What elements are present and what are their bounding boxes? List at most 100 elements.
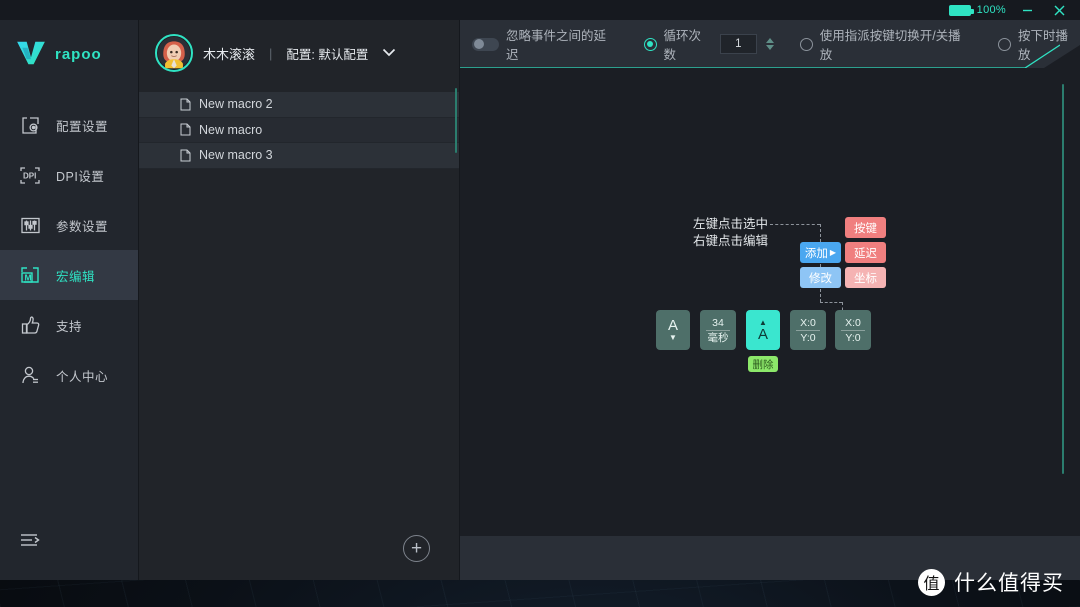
macro-node-key-up[interactable]: ▲ A — [746, 310, 780, 350]
collapse-menu-icon — [18, 528, 42, 552]
chevron-down-icon[interactable] — [382, 44, 396, 62]
sidebar-item-label: 个人中心 — [56, 369, 109, 384]
submenu-coordinate[interactable]: 坐标 — [845, 267, 886, 288]
radio-selected-icon[interactable] — [643, 37, 657, 51]
ignore-delay-option[interactable]: 忽略事件之间的延迟 — [472, 25, 618, 63]
sidebar-footer — [0, 518, 138, 580]
radio-unselected-icon[interactable] — [998, 37, 1012, 51]
macro-node-delay[interactable]: 34 毫秒 — [700, 310, 736, 350]
node-key-label: A — [667, 317, 678, 334]
document-icon — [180, 149, 191, 162]
sidebar-nav: 配置设置 DPI DPI设置 参数设置 M 宏编辑 支持 个人中心 — [0, 86, 138, 400]
sidebar-collapse-button[interactable] — [0, 518, 138, 562]
sidebar-item-support[interactable]: 支持 — [0, 300, 138, 350]
macro-canvas[interactable]: 左键点击选中 右键点击编辑 添加 ▶ 修改 按键 延迟 坐标 A ▼ 34 毫秒… — [460, 68, 1080, 536]
node-delay-unit: 毫秒 — [707, 331, 729, 344]
battery-level-label: 100% — [976, 4, 1006, 16]
macro-name: New macro 3 — [199, 148, 273, 163]
document-icon — [180, 123, 191, 136]
macro-list-item[interactable]: New macro — [139, 117, 459, 143]
svg-text:rapoo: rapoo — [55, 46, 102, 62]
sidebar-item-label: 参数设置 — [56, 219, 109, 234]
connector-segment-top — [770, 224, 820, 225]
header-divider: | — [269, 45, 273, 61]
submenu-key-label: 按键 — [854, 222, 877, 235]
close-button[interactable] — [1048, 1, 1070, 19]
toggle-playback-label: 使用指派按键切换开/关播放 — [819, 29, 961, 62]
submenu-coordinate-label: 坐标 — [854, 272, 877, 285]
submenu-delay[interactable]: 延迟 — [845, 242, 886, 263]
toggle-playback-option[interactable]: 使用指派按键切换开/关播放 — [799, 25, 972, 63]
sidebar-item-dpi[interactable]: DPI DPI设置 — [0, 150, 138, 200]
hint-line-2: 右键点击编辑 — [692, 234, 768, 248]
profile-header: 木木滚滚 | 配置: 默认配置 — [139, 20, 459, 86]
dpi-icon: DPI — [18, 163, 42, 187]
loop-count-option[interactable]: 循环次数 1 — [643, 25, 774, 63]
sidebar-item-profile[interactable]: 个人中心 — [0, 350, 138, 400]
rapoo-wordmark: rapoo — [55, 46, 102, 62]
title-bar: 100% — [0, 0, 1080, 20]
watermark-text: 什么值得买 — [954, 572, 1064, 595]
canvas-scrollbar[interactable] — [1061, 84, 1064, 474]
macro-list-panel: 木木滚滚 | 配置: 默认配置 New macro 2 New macro Ne… — [139, 20, 460, 580]
rapoo-app-window: 100% rapoo 配置设置 DPI DPI设置 参数设置 M 宏编辑 支持 … — [0, 0, 1080, 580]
loop-count-label: 循环次数 — [663, 29, 702, 62]
node-coord-y: Y:0 — [800, 331, 816, 344]
connector-segment-bottom — [820, 302, 842, 303]
node-coord-x: X:0 — [800, 316, 816, 329]
loop-count-input[interactable]: 1 — [720, 34, 757, 54]
sidebar: rapoo 配置设置 DPI DPI设置 参数设置 M 宏编辑 支持 个人中心 — [0, 20, 139, 580]
thumbs-up-icon — [18, 313, 42, 337]
spinner-arrows-icon[interactable] — [765, 38, 774, 50]
macro-options-toolbar: 忽略事件之间的延迟 循环次数 1 使用指派按键切换开/关播放 按下时播放 — [460, 20, 1080, 68]
context-menu-add[interactable]: 添加 ▶ — [800, 242, 841, 263]
user-icon — [18, 363, 42, 387]
node-coord-y: Y:0 — [845, 331, 861, 344]
play-on-press-label: 按下时播放 — [1018, 29, 1069, 62]
node-key-label: A — [757, 326, 768, 343]
sidebar-item-parameters[interactable]: 参数设置 — [0, 200, 138, 250]
context-menu-modify[interactable]: 修改 — [800, 267, 841, 288]
hint-line-1: 左键点击选中 — [692, 217, 768, 231]
macro-list-footer: + — [139, 169, 459, 581]
add-macro-button[interactable]: + — [403, 535, 430, 562]
sidebar-item-label: 宏编辑 — [56, 269, 96, 284]
editor-hint: 左键点击选中 右键点击编辑 — [636, 216, 768, 250]
macro-name: New macro — [199, 122, 263, 137]
macro-list-scrollbar[interactable] — [455, 88, 457, 153]
submenu-delay-label: 延迟 — [854, 247, 877, 260]
brand-logo: rapoo — [0, 20, 138, 86]
site-watermark: 值 什么值得买 — [918, 567, 1064, 597]
submenu-key[interactable]: 按键 — [845, 217, 886, 238]
play-on-press-option[interactable]: 按下时播放 — [998, 25, 1080, 63]
toggle-off-switch[interactable] — [472, 37, 499, 51]
svg-text:M: M — [25, 272, 32, 282]
document-icon — [180, 98, 191, 111]
macro-sequence-graph: 左键点击选中 右键点击编辑 添加 ▶ 修改 按键 延迟 坐标 A ▼ 34 毫秒… — [636, 206, 936, 376]
sliders-icon — [18, 213, 42, 237]
sidebar-item-config[interactable]: 配置设置 — [0, 100, 138, 150]
radio-unselected-icon[interactable] — [799, 37, 813, 51]
sidebar-item-label: DPI设置 — [56, 169, 105, 184]
sidebar-item-macro-editor[interactable]: M 宏编辑 — [0, 250, 138, 300]
submenu-arrow-icon: ▶ — [829, 248, 837, 257]
device-config-icon — [18, 113, 42, 137]
battery-full-icon — [948, 4, 974, 16]
macro-node-key-down[interactable]: A ▼ — [656, 310, 690, 350]
minimize-button[interactable] — [1016, 1, 1038, 19]
avatar[interactable] — [155, 34, 193, 72]
macro-node-coordinate[interactable]: X:0 Y:0 — [790, 310, 826, 350]
macro-list-item[interactable]: New macro 3 — [139, 143, 459, 169]
macro-name: New macro 2 — [199, 97, 273, 112]
battery-status: 100% — [948, 4, 1006, 16]
ignore-delay-label: 忽略事件之间的延迟 — [506, 29, 607, 62]
context-menu-modify-label: 修改 — [809, 272, 832, 285]
macro-node-coordinate[interactable]: X:0 Y:0 — [835, 310, 871, 350]
node-delay-value: 34 — [712, 316, 724, 329]
macro-m-icon: M — [18, 263, 42, 287]
macro-list-item[interactable]: New macro 2 — [139, 92, 459, 118]
sidebar-item-label: 配置设置 — [56, 119, 109, 134]
profile-selector-label[interactable]: 配置: 默认配置 — [286, 44, 368, 63]
delete-node-button[interactable]: 删除 — [748, 356, 778, 372]
